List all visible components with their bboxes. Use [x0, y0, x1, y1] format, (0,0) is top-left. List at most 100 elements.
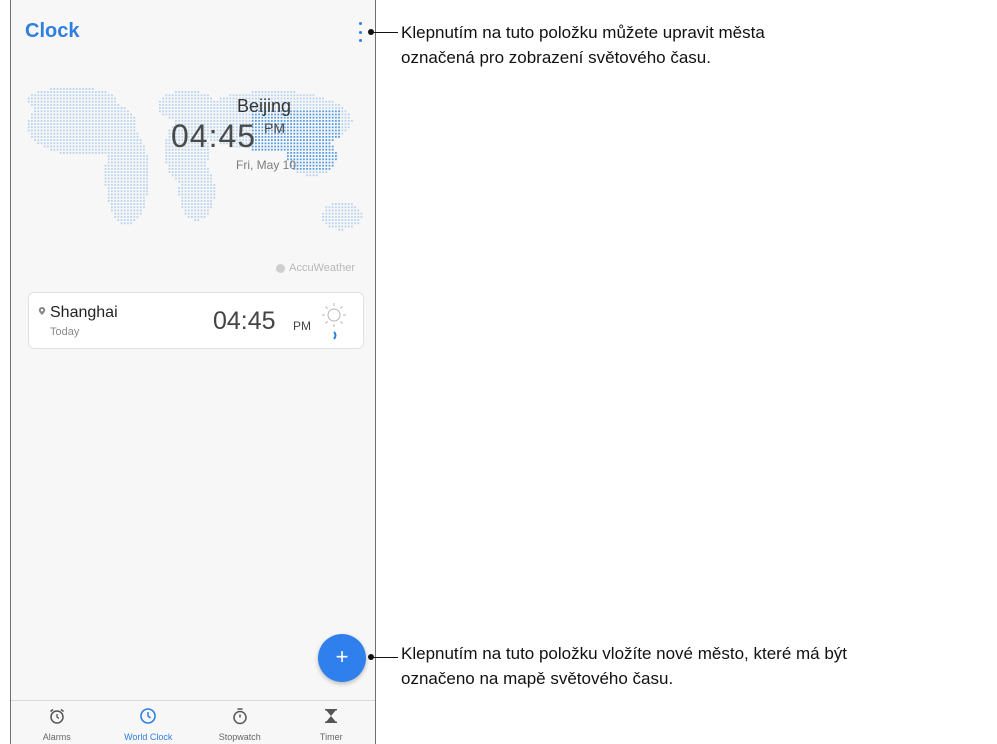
map-dot — [229, 94, 232, 97]
map-dot — [136, 177, 139, 180]
map-dot — [258, 126, 260, 129]
map-dot — [303, 155, 305, 157]
map-dot — [338, 209, 340, 212]
map-dot — [197, 97, 200, 100]
map-dot — [127, 161, 129, 164]
map-dot — [104, 94, 107, 97]
map-dot — [344, 123, 347, 125]
map-dot — [274, 148, 276, 151]
map-dot — [85, 88, 88, 90]
stopwatch-icon — [233, 708, 247, 725]
map-dot — [293, 104, 296, 106]
map-dot — [117, 203, 120, 205]
nav-stopwatch[interactable]: Stopwatch — [194, 701, 286, 744]
map-dot — [335, 107, 337, 109]
map-dot — [306, 100, 308, 103]
map-dot — [117, 136, 120, 138]
map-dot — [232, 107, 235, 109]
map-dot — [280, 145, 283, 148]
map-dot — [191, 164, 193, 167]
map-dot — [312, 116, 315, 119]
map-dot — [165, 104, 168, 106]
map-dot — [296, 107, 299, 109]
map-dot — [34, 107, 36, 109]
map-dot — [351, 206, 353, 209]
map-dot — [117, 145, 120, 148]
map-dot — [184, 91, 187, 93]
map-dot — [63, 139, 65, 141]
map-dot — [75, 126, 78, 129]
map-dot — [130, 187, 132, 189]
map-dot — [303, 136, 305, 138]
map-dot — [139, 158, 142, 161]
city-card-shanghai[interactable]: Shanghai Today 04:45 PM — [28, 292, 364, 349]
map-dot — [306, 142, 308, 145]
map-dot — [191, 206, 193, 209]
map-dot — [344, 222, 347, 225]
add-city-button[interactable]: + — [318, 634, 366, 682]
map-dot — [331, 206, 334, 209]
clock-icon — [140, 708, 157, 724]
map-dot — [165, 100, 168, 103]
map-dot — [82, 91, 84, 93]
map-dot — [319, 148, 321, 151]
map-dot — [178, 164, 180, 167]
map-dot — [117, 219, 120, 221]
map-dot — [184, 158, 187, 161]
map-dot — [223, 110, 225, 113]
map-dot — [120, 177, 123, 180]
more-options-icon[interactable] — [355, 22, 365, 42]
map-dot — [171, 171, 174, 173]
map-dot — [299, 168, 302, 170]
map-dot — [194, 219, 196, 221]
map-dot — [114, 123, 116, 125]
map-dot — [306, 107, 308, 109]
hourglass-icon — [325, 709, 338, 723]
map-dot — [130, 219, 132, 221]
map-dot — [133, 193, 136, 196]
map-dot — [347, 120, 350, 122]
map-dot — [267, 116, 270, 119]
map-dot — [299, 116, 302, 119]
map-dot — [104, 145, 107, 148]
map-dot — [203, 161, 206, 164]
map-dot — [59, 136, 62, 138]
nav-world-clock[interactable]: World Clock — [103, 701, 195, 744]
bottom-navigation: Alarms World Clock Stopwatch Timer — [11, 700, 376, 744]
map-dot — [277, 116, 280, 119]
map-dot — [325, 216, 328, 218]
map-dot — [120, 174, 123, 177]
map-dot — [271, 91, 273, 93]
map-dot — [79, 94, 81, 97]
map-dot — [197, 200, 200, 202]
map-dot — [130, 113, 132, 116]
map-dot — [335, 116, 337, 119]
map-dot — [56, 148, 59, 151]
map-dot — [344, 120, 347, 122]
map-dot — [69, 142, 72, 145]
map-dot — [114, 180, 116, 183]
map-dot — [319, 158, 321, 161]
map-dot — [120, 190, 123, 193]
map-dot — [315, 142, 318, 145]
map-dot — [37, 104, 40, 106]
map-dot — [191, 91, 193, 93]
map-dot — [213, 196, 216, 199]
nav-alarms[interactable]: Alarms — [11, 701, 103, 744]
map-dot — [207, 107, 209, 109]
map-dot — [296, 126, 299, 129]
map-dot — [139, 177, 142, 180]
map-dot — [143, 164, 145, 167]
map-dot — [47, 126, 49, 129]
map-dot — [146, 177, 148, 180]
map-dot — [181, 174, 184, 177]
map-dot — [104, 100, 107, 103]
map-dot — [111, 171, 113, 173]
map-dot — [146, 161, 148, 164]
map-dot — [72, 139, 75, 141]
nav-timer[interactable]: Timer — [286, 701, 376, 744]
map-dot — [50, 94, 52, 97]
map-dot — [194, 91, 196, 93]
map-dot — [43, 132, 46, 135]
map-dot — [53, 132, 56, 135]
